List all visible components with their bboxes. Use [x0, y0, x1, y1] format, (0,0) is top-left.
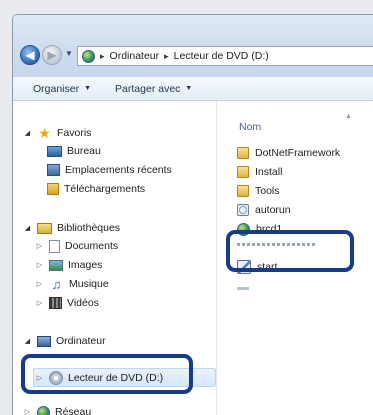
nav-item-label: Emplacements récents	[65, 164, 172, 176]
breadcrumb-dvd-drive[interactable]: Lecteur de DVD (D:)	[174, 50, 269, 62]
nav-computer[interactable]: ◢ Ordinateur	[23, 332, 106, 350]
nav-item-label: Vidéos	[67, 297, 99, 309]
nav-computer-label: Ordinateur	[56, 335, 106, 347]
sort-up-icon: ▲	[345, 113, 352, 120]
expand-triangle-icon[interactable]: ▷	[35, 242, 44, 250]
expand-triangle-icon[interactable]: ▷	[35, 299, 44, 307]
nav-item-label: Téléchargements	[64, 183, 146, 195]
file-name: DotNetFramework	[255, 147, 341, 159]
star-icon: ★	[38, 124, 51, 141]
file-item-autorun[interactable]: autorun	[237, 201, 291, 219]
share-with-label: Partager avec	[115, 82, 181, 95]
chevron-right-icon[interactable]: ▸	[100, 51, 105, 62]
collapse-triangle-icon[interactable]: ◢	[23, 337, 32, 345]
file-name: Tools	[255, 185, 280, 197]
nav-network[interactable]: ▷ Réseau	[23, 403, 91, 415]
nav-item-images[interactable]: ▷ Images	[35, 256, 103, 274]
nav-item-documents[interactable]: ▷ Documents	[35, 237, 118, 255]
file-item-install[interactable]: Install	[237, 163, 282, 181]
address-bar[interactable]: ▸ Ordinateur ▸ Lecteur de DVD (D:)	[77, 46, 373, 66]
forward-button[interactable]: ▶	[42, 45, 62, 65]
expand-triangle-icon[interactable]: ▷	[23, 408, 32, 415]
column-header-name[interactable]: Nom	[239, 121, 261, 133]
computer-globe-icon	[82, 49, 95, 63]
nav-item-music[interactable]: ▷ ♫ Musique	[35, 275, 109, 293]
folder-icon	[237, 166, 249, 178]
desktop-icon	[47, 145, 62, 157]
recent-pages-dropdown[interactable]: ▼	[65, 49, 73, 58]
nav-item-bureau[interactable]: Bureau	[47, 142, 101, 160]
nav-libraries[interactable]: ◢ Bibliothèques	[23, 219, 120, 237]
collapse-triangle-icon[interactable]: ◢	[23, 224, 32, 232]
nav-item-downloads[interactable]: Téléchargements	[47, 180, 145, 198]
organize-label: Organiser	[33, 82, 80, 95]
file-item-tools[interactable]: Tools	[237, 182, 280, 200]
navigation-pane: ◢ ★ Favoris Bureau Emplacements récents …	[13, 101, 216, 415]
chevron-down-icon: ▼	[185, 85, 193, 92]
pictures-icon	[49, 259, 63, 271]
nav-item-label: Bureau	[67, 145, 101, 157]
chevron-right-icon[interactable]: ▸	[164, 51, 169, 62]
nav-favorites-label: Favoris	[57, 127, 92, 139]
nav-item-label: Musique	[69, 278, 109, 290]
computer-icon	[37, 335, 51, 347]
command-bar: Organiser ▼ Partager avec ▼	[13, 77, 373, 101]
breadcrumb-ordinateur[interactable]: Ordinateur	[110, 50, 160, 62]
nav-favorites[interactable]: ◢ ★ Favoris	[23, 124, 92, 142]
network-icon	[37, 405, 50, 415]
nav-libraries-label: Bibliothèques	[57, 222, 121, 234]
folder-icon	[237, 185, 249, 197]
collapse-triangle-icon[interactable]: ◢	[23, 129, 32, 137]
nav-item-recent-places[interactable]: Emplacements récents	[47, 161, 172, 179]
explorer-window: ◀ ▶ ▼ ▸ Ordinateur ▸ Lecteur de DVD (D:)…	[12, 14, 373, 415]
expand-triangle-icon[interactable]: ▷	[35, 261, 44, 269]
file-name: Install	[255, 166, 283, 178]
file-item-dotnetframework[interactable]: DotNetFramework	[237, 144, 340, 162]
title-bar: ◀ ▶ ▼ ▸ Ordinateur ▸ Lecteur de DVD (D:)	[13, 15, 373, 77]
start-file-callout-outline	[226, 230, 354, 272]
libraries-icon	[37, 222, 52, 234]
expand-triangle-icon[interactable]: ▷	[35, 280, 44, 288]
recent-places-icon	[47, 164, 60, 176]
organize-button[interactable]: Organiser ▼	[33, 83, 91, 95]
music-icon: ♫	[51, 276, 62, 292]
downloads-icon	[47, 183, 59, 195]
videos-icon	[49, 297, 62, 309]
nav-item-videos[interactable]: ▷ Vidéos	[35, 294, 99, 312]
settings-file-icon	[237, 204, 249, 216]
documents-icon	[49, 239, 60, 253]
file-name: autorun	[255, 204, 291, 216]
nav-item-label: Documents	[65, 240, 119, 252]
share-with-button[interactable]: Partager avec ▼	[115, 83, 192, 95]
nav-item-label: Images	[68, 259, 103, 271]
screenshot-frame: ◀ ▶ ▼ ▸ Ordinateur ▸ Lecteur de DVD (D:)…	[0, 0, 373, 415]
dvd-drive-callout-outline	[21, 354, 193, 394]
chevron-down-icon: ▼	[84, 85, 92, 92]
folder-icon	[237, 147, 249, 159]
nav-network-label: Réseau	[55, 406, 92, 415]
back-button[interactable]: ◀	[20, 45, 40, 65]
cropped-row-remnant	[237, 287, 249, 290]
